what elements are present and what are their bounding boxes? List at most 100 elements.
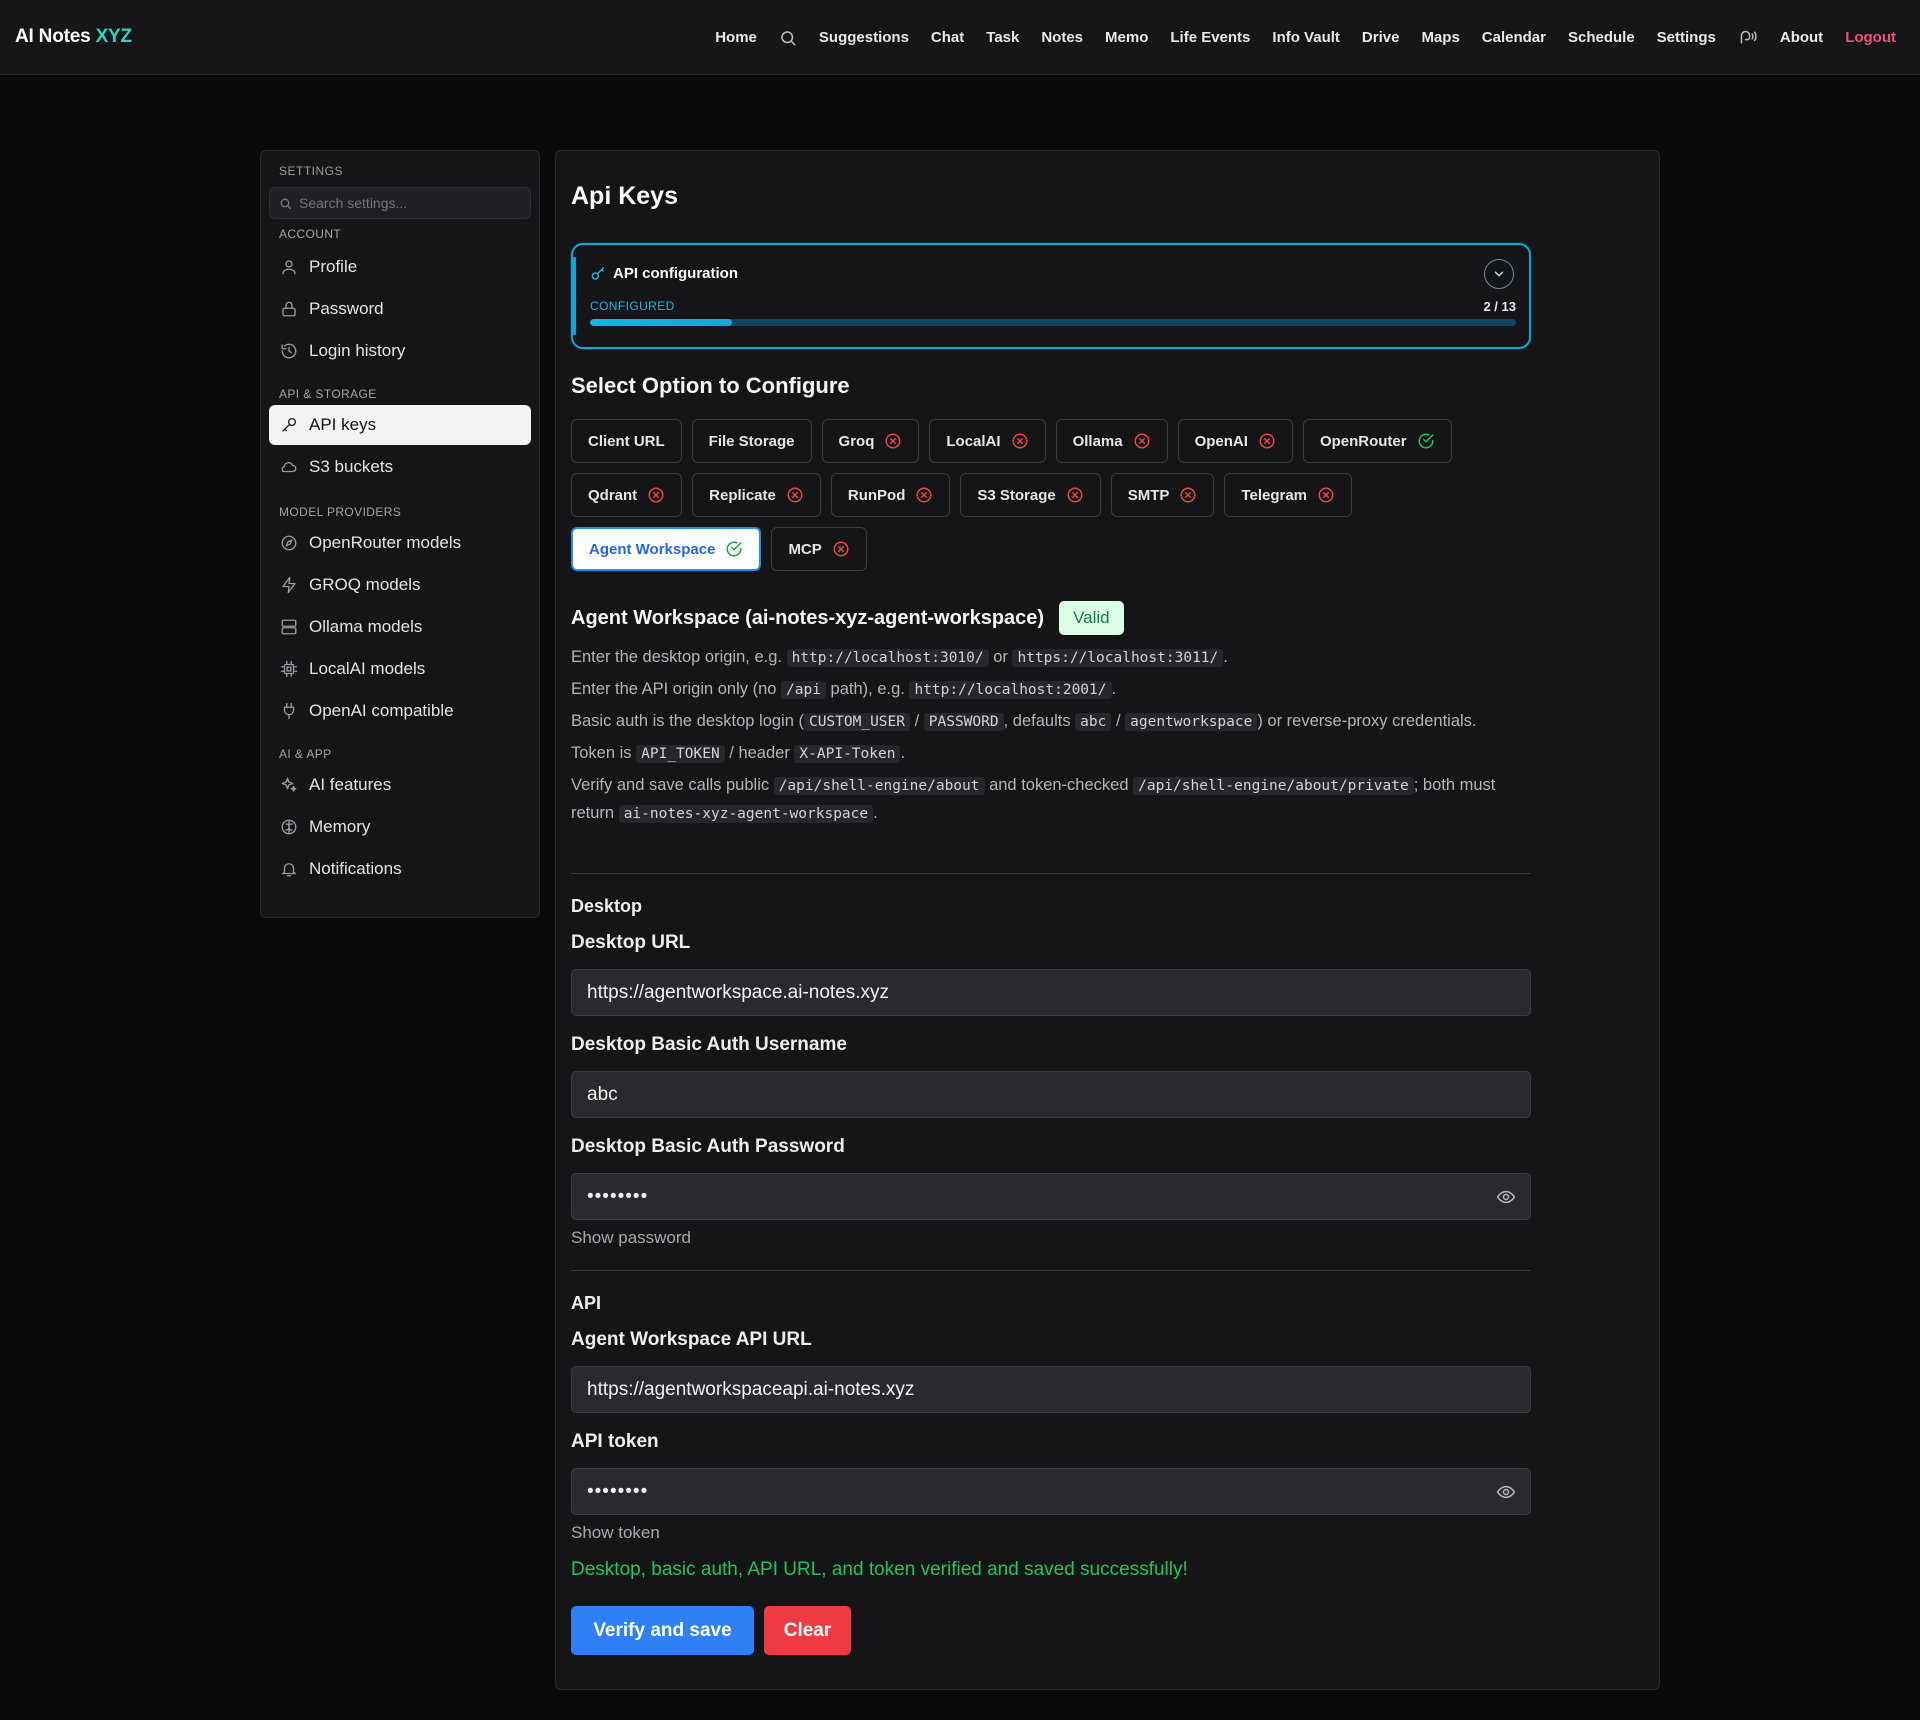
option-label: S3 Storage [977,486,1056,504]
option-file-storage[interactable]: File Storage [691,419,812,463]
option-replicate[interactable]: Replicate [692,473,821,517]
desktop-password-input[interactable]: •••••••• [571,1173,1531,1220]
nav-task[interactable]: Task [986,29,1019,46]
nav-memo[interactable]: Memo [1105,29,1148,46]
option-telegram[interactable]: Telegram [1224,473,1353,517]
sidebar-item-api-keys[interactable]: API keys [269,405,531,445]
section-title: Agent Workspace (ai-notes-xyz-agent-work… [571,606,1045,629]
nav-info-vault[interactable]: Info Vault [1272,29,1340,46]
verify-and-save-button[interactable]: Verify and save [571,1606,754,1655]
key-icon [280,416,298,434]
desktop-url-label: Desktop URL [571,932,691,953]
brand-name: AI Notes [15,26,91,47]
sidebar-item-openai-compatible[interactable]: OpenAI compatible [269,691,531,731]
select-option-heading: Select Option to Configure [571,373,850,398]
check-circle-icon [725,540,743,558]
option-client-url[interactable]: Client URL [571,419,682,463]
sidebar-item-ai-features[interactable]: AI features [269,765,531,805]
nav-chat[interactable]: Chat [931,29,964,46]
x-circle-icon [1011,432,1029,450]
sidebar-item-profile[interactable]: Profile [269,247,531,287]
field-value: https://agentworkspace.ai-notes.xyz [587,981,890,1003]
sidebar-item-groq-models[interactable]: GROQ models [269,565,531,605]
x-circle-icon [832,540,850,558]
sidebar-item-ollama-models[interactable]: Ollama models [269,607,531,647]
sidebar-item-notifications[interactable]: Notifications [269,849,531,889]
option-ollama[interactable]: Ollama [1055,419,1168,463]
nav-logout[interactable]: Logout [1845,29,1896,46]
option-label: File Storage [708,432,795,450]
search-icon[interactable] [779,29,797,47]
settings-search-input[interactable]: Search settings... [269,187,531,219]
x-circle-icon [884,432,902,450]
field-value: https://agentworkspaceapi.ai-notes.xyz [587,1378,915,1400]
option-groq[interactable]: Groq [821,419,920,463]
nav-home[interactable]: Home [715,29,757,46]
eye-icon[interactable] [1496,1482,1516,1502]
option-smtp[interactable]: SMTP [1110,473,1215,517]
nav-about[interactable]: About [1780,29,1823,46]
option-qdrant[interactable]: Qdrant [571,473,683,517]
option-label: OpenAI [1194,432,1248,450]
option-runpod[interactable]: RunPod [830,473,951,517]
nav-settings[interactable]: Settings [1657,29,1716,46]
desktop-password-label: Desktop Basic Auth Password [571,1136,845,1157]
clear-button[interactable]: Clear [764,1606,851,1655]
option-s3-storage[interactable]: S3 Storage [960,473,1101,517]
group-api-storage: API & STORAGE [279,387,377,401]
page-title: Api Keys [571,182,678,210]
nav-suggestions[interactable]: Suggestions [819,29,909,46]
voice-icon[interactable] [1738,29,1758,47]
option-localai[interactable]: LocalAI [929,419,1046,463]
sidebar-item-label: GROQ models [309,575,421,594]
nav-drive[interactable]: Drive [1362,29,1400,46]
bell-icon [280,860,298,878]
collapse-toggle-button[interactable] [1484,259,1514,289]
sidebar-item-login-history[interactable]: Login history [269,331,531,371]
valid-badge: Valid [1059,601,1124,635]
brand-logo[interactable]: AI Notes XYZ [15,26,132,48]
eye-icon[interactable] [1496,1187,1516,1207]
nav-schedule[interactable]: Schedule [1568,29,1635,46]
nav-calendar[interactable]: Calendar [1482,29,1546,46]
top-navbar: AI Notes XYZ Home Suggestions Chat Task … [0,0,1920,75]
agent-workspace-header: Agent Workspace (ai-notes-xyz-agent-work… [571,601,1124,635]
lock-icon [280,300,298,318]
api-token-input[interactable]: •••••••• [571,1468,1531,1515]
desktop-url-input[interactable]: https://agentworkspace.ai-notes.xyz [571,969,1531,1016]
key-icon [590,266,606,282]
sidebar-item-password[interactable]: Password [269,289,531,329]
show-password-toggle[interactable]: Show password [571,1228,691,1248]
chevron-down-icon [1492,267,1506,281]
sidebar-item-localai-models[interactable]: LocalAI models [269,649,531,689]
nav-notes[interactable]: Notes [1041,29,1083,46]
x-circle-icon [1066,486,1084,504]
option-openai[interactable]: OpenAI [1177,419,1293,463]
option-label: Ollama [1072,432,1123,450]
desktop-username-input[interactable]: abc [571,1071,1531,1118]
option-mcp[interactable]: MCP [771,527,867,571]
desktop-group-label: Desktop [571,896,643,916]
option-agent-workspace[interactable]: Agent Workspace [571,527,762,571]
sidebar-item-s3-buckets[interactable]: S3 buckets [269,447,531,487]
field-value: •••••••• [587,1480,649,1502]
sidebar-item-openrouter-models[interactable]: OpenRouter models [269,523,531,563]
desc-line: Verify and save calls public /api/shell-… [571,776,1496,823]
chip-icon [280,660,298,678]
api-url-input[interactable]: https://agentworkspaceapi.ai-notes.xyz [571,1366,1531,1413]
plug-icon [280,702,298,720]
brain-icon [280,818,298,836]
api-group-label: API [571,1293,602,1313]
server-icon [280,618,298,636]
sidebar-item-label: Memory [309,817,371,836]
config-status: CONFIGURED [590,299,675,313]
sidebar-title: SETTINGS [279,164,344,178]
sidebar-item-memory[interactable]: Memory [269,807,531,847]
lightning-icon [280,576,298,594]
show-token-toggle[interactable]: Show token [571,1523,660,1543]
search-icon [279,197,292,210]
sidebar-item-label: Ollama models [309,617,423,636]
option-openrouter[interactable]: OpenRouter [1302,419,1452,463]
nav-maps[interactable]: Maps [1421,29,1459,46]
nav-life-events[interactable]: Life Events [1170,29,1250,46]
